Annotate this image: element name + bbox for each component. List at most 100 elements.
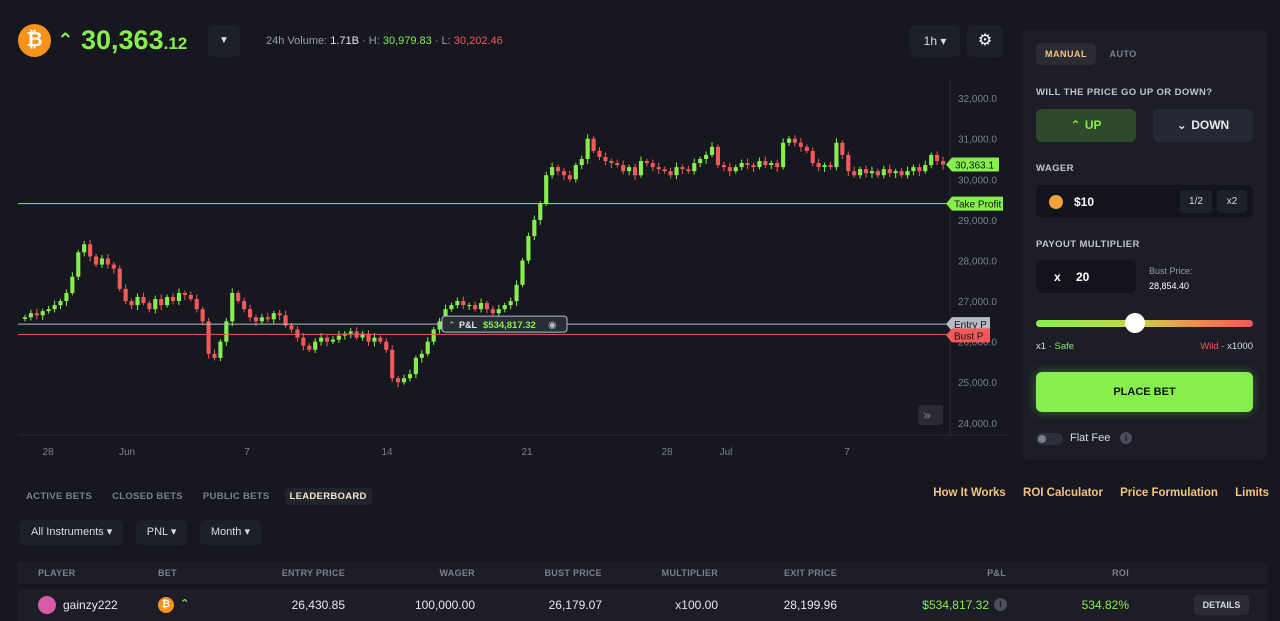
entry-price: 26,430.85 bbox=[291, 598, 345, 612]
double-wager-button[interactable]: x2 bbox=[1217, 190, 1247, 213]
safe-prefix: x1 · bbox=[1036, 341, 1052, 352]
double-chevron-down-icon: ⌄ bbox=[1176, 118, 1188, 132]
candle-body bbox=[555, 167, 561, 172]
candle-body bbox=[721, 165, 726, 168]
candle-body bbox=[668, 171, 673, 176]
candle-body bbox=[863, 169, 869, 174]
down-button[interactable]: ⌄ DOWN bbox=[1153, 109, 1253, 142]
candle-body bbox=[929, 154, 934, 166]
candle-body bbox=[769, 163, 774, 166]
sort-filter[interactable]: PNL ▾ bbox=[135, 520, 188, 545]
candle-body bbox=[277, 313, 282, 316]
candle-body bbox=[88, 244, 93, 257]
price-chart[interactable]: 32,000.0 31,000.0 30,000.0 29,000.0 28,000.0… bbox=[0, 80, 1010, 465]
up-button[interactable]: ⌃ UP bbox=[1036, 109, 1136, 142]
wild-suffix: · x1000 bbox=[1221, 341, 1253, 352]
tab-leaderboard[interactable]: LEADERBOARD bbox=[284, 488, 372, 505]
x-tick-label: 7 bbox=[244, 447, 250, 458]
instrument-dropdown-button[interactable]: ▼ bbox=[208, 25, 240, 57]
candle-body bbox=[242, 301, 247, 310]
multiplier-value: 20 bbox=[1076, 270, 1090, 284]
candle-body bbox=[490, 309, 495, 314]
candle-body bbox=[194, 299, 199, 310]
candle-body bbox=[419, 353, 424, 358]
candle-body bbox=[573, 165, 578, 180]
tab-manual[interactable]: MANUAL bbox=[1036, 43, 1096, 65]
candle-body bbox=[627, 167, 632, 172]
candle-body bbox=[644, 161, 649, 164]
how-it-works-link[interactable]: How It Works bbox=[933, 487, 1006, 499]
table-row[interactable]: gainzy222 ₿ ⌃ 26,430.85 100,000.00 26,17… bbox=[18, 589, 1268, 621]
tab-public-bets[interactable]: PUBLIC BETS bbox=[203, 491, 270, 502]
limits-link[interactable]: Limits bbox=[1235, 487, 1269, 499]
candle-body bbox=[638, 161, 644, 176]
candle-body bbox=[396, 378, 401, 383]
candle-body bbox=[632, 167, 638, 176]
down-label: DOWN bbox=[1191, 118, 1230, 132]
candle-body bbox=[733, 167, 738, 172]
col-wager: WAGER bbox=[439, 568, 475, 578]
candle-body bbox=[781, 142, 786, 168]
price-main: 30,363 bbox=[81, 25, 164, 55]
candle-body bbox=[940, 161, 946, 165]
tab-auto[interactable]: AUTO bbox=[1100, 43, 1145, 65]
tab-closed-bets[interactable]: CLOSED BETS bbox=[112, 491, 183, 502]
candle-body bbox=[123, 288, 128, 302]
candle-body bbox=[449, 305, 454, 310]
candle-body bbox=[804, 146, 809, 151]
low-value: 30,202.46 bbox=[453, 35, 503, 47]
candle-body bbox=[852, 171, 857, 176]
y-tick-label: 31,000.0 bbox=[958, 135, 997, 146]
candle-body bbox=[514, 284, 519, 302]
period-filter[interactable]: Month ▾ bbox=[199, 520, 261, 545]
candlestick-chart[interactable]: 32,000.0 31,000.0 30,000.0 29,000.0 28,000.0… bbox=[0, 80, 1010, 465]
info-icon[interactable]: i bbox=[1120, 432, 1132, 444]
settings-button[interactable]: ⚙ bbox=[967, 25, 1003, 57]
candle-body bbox=[763, 161, 768, 166]
double-chevron-up-icon: ⌃ bbox=[1070, 118, 1082, 132]
price-formulation-link[interactable]: Price Formulation bbox=[1120, 487, 1218, 499]
bets-tabs: ACTIVE BETS CLOSED BETS PUBLIC BETS LEAD… bbox=[26, 488, 389, 505]
candle-body bbox=[259, 317, 264, 322]
bitcoin-icon: ₿ bbox=[18, 24, 51, 57]
roi-calculator-link[interactable]: ROI Calculator bbox=[1023, 487, 1103, 499]
place-bet-button[interactable]: PLACE BET bbox=[1036, 372, 1253, 412]
candle-body bbox=[82, 244, 87, 253]
bust-price: 26,179.07 bbox=[548, 598, 602, 612]
details-button[interactable]: DETAILS bbox=[1194, 595, 1249, 615]
candle-body bbox=[846, 154, 851, 172]
candle-body bbox=[319, 337, 324, 342]
candle-body bbox=[295, 329, 300, 338]
instrument-filter[interactable]: All Instruments ▾ bbox=[20, 520, 124, 545]
candle-body bbox=[834, 142, 839, 168]
info-icon[interactable]: i bbox=[994, 598, 1007, 611]
gear-icon: ⚙ bbox=[977, 32, 993, 49]
tab-active-bets[interactable]: ACTIVE BETS bbox=[26, 491, 92, 502]
candle-body bbox=[792, 138, 798, 143]
double-chevron-right-icon: » bbox=[923, 408, 932, 424]
candle-body bbox=[336, 335, 341, 340]
candle-body bbox=[473, 305, 478, 310]
candle-body bbox=[76, 252, 81, 277]
multiplier-input[interactable]: x 20 bbox=[1036, 260, 1136, 293]
up-label: UP bbox=[1084, 118, 1102, 132]
flat-fee-label: Flat Fee bbox=[1070, 432, 1111, 444]
candle-body bbox=[674, 167, 679, 176]
candle-body bbox=[798, 142, 803, 147]
wager-input[interactable]: $10 1/2 x2 bbox=[1036, 185, 1253, 218]
candle-body bbox=[591, 138, 596, 151]
candle-body bbox=[709, 146, 715, 155]
current-price-label: 30,363.1 bbox=[955, 161, 994, 172]
half-wager-button[interactable]: 1/2 bbox=[1180, 190, 1212, 213]
multiplier-slider-handle[interactable] bbox=[1125, 313, 1145, 333]
flat-fee-toggle[interactable] bbox=[1036, 433, 1063, 445]
player-name[interactable]: gainzy222 bbox=[63, 598, 118, 612]
y-tick-label: 32,000.0 bbox=[958, 94, 997, 105]
col-bet: BET bbox=[158, 568, 177, 578]
bet-panel: MANUAL AUTO WILL THE PRICE GO UP OR DOWN… bbox=[1022, 30, 1267, 460]
candle-body bbox=[348, 331, 353, 334]
candle-body bbox=[745, 163, 750, 166]
timeframe-select[interactable]: 1h ▾ bbox=[910, 25, 960, 57]
candle-body bbox=[159, 299, 164, 306]
y-tick-label: 24,000.0 bbox=[958, 419, 997, 430]
